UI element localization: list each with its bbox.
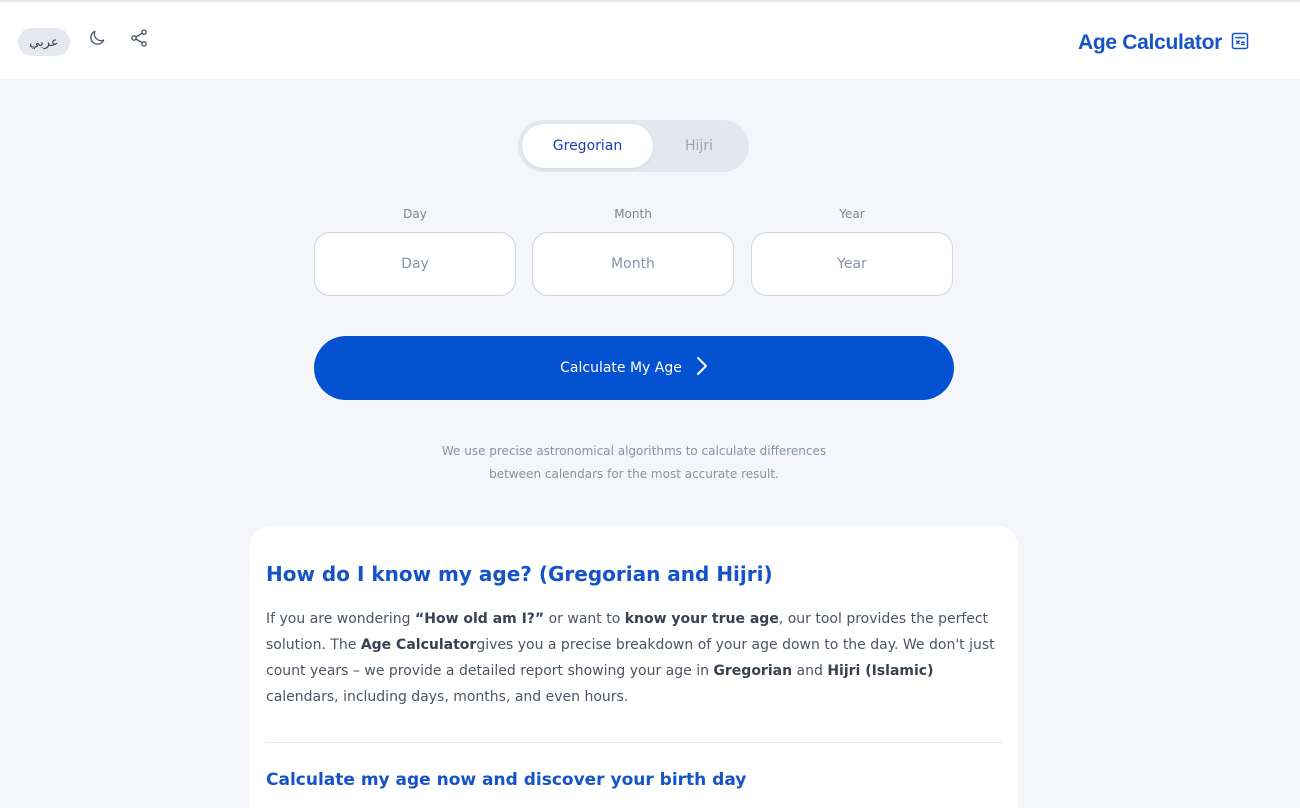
brand-title: Age Calculator	[1078, 31, 1222, 54]
header: عربي Age Calculator	[0, 2, 1300, 79]
text-segment: If you are wondering	[266, 611, 416, 627]
share-icon	[129, 28, 149, 51]
bold-segment: Age Calculator	[360, 637, 477, 653]
year-label: Year	[839, 207, 865, 221]
dark-mode-button[interactable]	[84, 26, 110, 52]
text-segment: and	[792, 663, 828, 679]
calculate-button[interactable]: Calculate My Age	[314, 336, 954, 400]
language-toggle-button[interactable]: عربي	[18, 28, 70, 56]
share-button[interactable]	[126, 26, 152, 52]
bold-segment: Gregorian	[713, 663, 793, 679]
month-input[interactable]	[532, 232, 734, 296]
text-segment: or want to	[544, 611, 625, 627]
bold-segment: know your true age	[624, 611, 779, 627]
bold-segment: Hijri (Islamic)	[827, 663, 934, 679]
info-card: How do I know my age? (Gregorian and Hij…	[250, 526, 1018, 808]
accuracy-note: We use precise astronomical algorithms t…	[390, 440, 878, 486]
article-heading: How do I know my age? (Gregorian and Hij…	[266, 562, 773, 586]
chevron-right-icon	[694, 356, 708, 380]
month-label: Month	[614, 207, 652, 221]
note-line-1: We use precise astronomical algorithms t…	[441, 444, 827, 458]
year-input[interactable]	[751, 232, 953, 296]
tab-hijri[interactable]: Hijri	[653, 124, 745, 168]
divider	[266, 742, 1002, 743]
calculator-icon	[1230, 31, 1250, 55]
bold-segment: “How old am I?”	[415, 611, 545, 627]
article-paragraph: If you are wondering “How old am I?” or …	[266, 606, 1004, 710]
moon-icon	[87, 28, 107, 51]
day-label: Day	[403, 207, 427, 221]
article-subheading: Calculate my age now and discover your b…	[266, 770, 747, 790]
note-line-2: between calendars for the most accurate …	[489, 467, 779, 481]
brand[interactable]: Age Calculator	[1078, 28, 1250, 58]
calculate-button-label: Calculate My Age	[560, 360, 682, 376]
tab-gregorian[interactable]: Gregorian	[522, 124, 653, 168]
day-input[interactable]	[314, 232, 516, 296]
calendar-toggle: Gregorian Hijri	[518, 120, 749, 172]
text-segment: calendars, including days, months, and e…	[266, 689, 629, 705]
